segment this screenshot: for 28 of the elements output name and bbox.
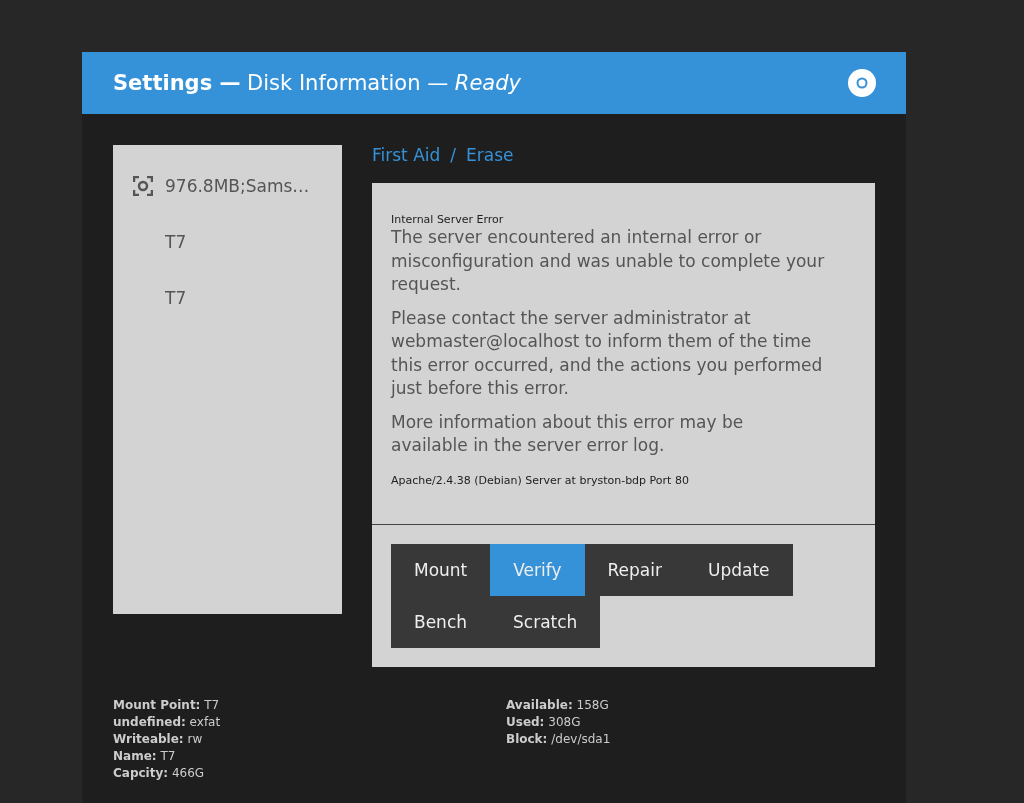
error-heading: Internal Server Error: [391, 213, 505, 226]
info-line: Capcity: 466G: [113, 765, 206, 782]
action-button[interactable]: Repair: [584, 544, 685, 596]
info-line: undefined: exfat: [113, 714, 222, 731]
breadcrumb-separator: /: [450, 145, 457, 165]
target-icon: [133, 176, 153, 196]
info-line: Writeable: rw: [113, 731, 204, 748]
breadcrumb-link[interactable]: Erase: [466, 145, 514, 165]
drive-list-item[interactable]: T7: [113, 214, 342, 270]
info-line: Used: 308G: [506, 714, 582, 731]
action-button[interactable]: Mount: [391, 544, 491, 596]
info-line: Mount Point: T7: [113, 697, 221, 714]
window-title: Settings — Disk Information — Ready: [113, 71, 521, 95]
info-line: Name: T7: [113, 748, 177, 765]
error-paragraph: The server encountered an internal error or misconfiguration and was unable to complete your request.: [391, 226, 825, 296]
action-button[interactable]: Bench: [391, 596, 491, 648]
info-line: Available: 158G: [506, 697, 610, 714]
error-paragraph: More information about this error may be available in the server error log.: [391, 410, 745, 457]
action-button[interactable]: Update: [684, 544, 793, 596]
action-button[interactable]: Verify: [490, 544, 585, 596]
breadcrumb-link[interactable]: First Aid: [372, 145, 441, 165]
drive-list-item[interactable]: 976.8MB;Sams…: [113, 158, 342, 214]
action-button[interactable]: Scratch: [490, 596, 601, 648]
drive-list-item[interactable]: T7: [113, 270, 342, 326]
info-line: Block: /dev/sda1: [506, 731, 612, 748]
server-signature: Apache/2.4.38 (Debian) Server at bryston-bdp Port 80: [391, 473, 690, 487]
error-paragraph: Please contact the server administrator at webmaster@localhost to inform them of the time this error occurred, and the actions you performed just before this error.: [391, 306, 824, 400]
disc-icon[interactable]: [848, 69, 876, 97]
